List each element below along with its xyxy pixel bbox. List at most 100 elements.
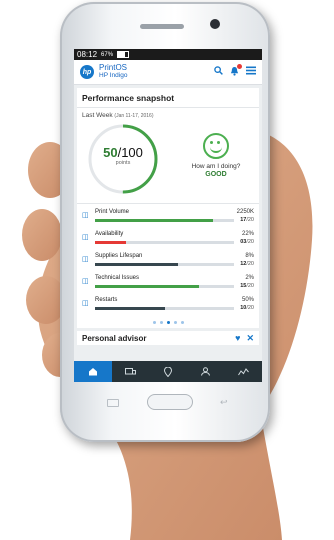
metric-row[interactable]: ◫ Restarts 50% 10/20 <box>82 294 254 316</box>
battery-icon <box>117 51 130 58</box>
hp-logo[interactable]: hp <box>80 65 94 79</box>
bottom-navigation <box>74 361 262 382</box>
restarts-icon: ◫ <box>82 300 89 307</box>
appbar-actions <box>214 63 256 79</box>
pagination-dot[interactable] <box>166 321 170 324</box>
metric-header: Print Volume 2250K <box>95 206 254 215</box>
metric-header: Supplies Lifespan 8% <box>95 250 254 259</box>
metric-score-max: /20 <box>246 283 254 289</box>
metric-name: Availability <box>95 231 124 237</box>
metric-value: 2250K <box>236 209 254 215</box>
how-am-i-doing[interactable]: How am I doing? GOOD <box>173 133 259 178</box>
metric-bar-fill <box>95 218 214 222</box>
smiley-face-icon <box>203 133 229 159</box>
metric-row[interactable]: ◫ Supplies Lifespan 8% 12/20 <box>82 250 254 272</box>
availability-icon: ◫ <box>82 234 89 241</box>
brand-product: HP Indigo <box>99 72 128 79</box>
metric-row[interactable]: ◫ Print Volume 2250K 17/20 <box>82 206 254 228</box>
heart-icon[interactable]: ♥ <box>235 333 240 344</box>
metric-score-max: /20 <box>246 239 254 245</box>
score-text: 50/100 points <box>85 145 161 166</box>
nav-user-icon[interactable] <box>187 361 225 382</box>
metric-score-max: /20 <box>246 305 254 311</box>
recent-apps-key-icon[interactable] <box>107 399 119 407</box>
metric-bar-fill <box>95 240 126 244</box>
metric-bar-track <box>95 218 234 222</box>
metric-row[interactable]: ◫ Availability 22% 03/20 <box>82 228 254 250</box>
metric-value: 50% <box>241 297 254 303</box>
metric-bar-track <box>95 306 234 310</box>
score-value: 50 <box>103 145 118 160</box>
phone-screen: 08:12 67% hp PrintOS HP Indigo Performan… <box>74 49 262 382</box>
score-max: /100 <box>117 145 143 160</box>
metric-bar-fill <box>95 262 179 266</box>
doing-answer: GOOD <box>205 171 227 178</box>
technical-icon: ◫ <box>82 278 89 285</box>
performance-snapshot-card: Performance snapshot Last Week (Jan 11-1… <box>77 88 259 328</box>
metric-name: Technical Issues <box>95 275 140 281</box>
close-icon[interactable]: ✕ <box>246 333 254 344</box>
metric-bar-row: 17/20 <box>95 217 254 223</box>
back-key-icon[interactable]: ↩ <box>220 397 228 408</box>
supplies-icon: ◫ <box>82 256 89 263</box>
score-unit: points <box>115 160 131 166</box>
metric-bar-track <box>95 240 234 244</box>
card-title: Performance snapshot <box>77 88 259 108</box>
period-label: Last Week <box>82 112 113 119</box>
app-bar: hp PrintOS HP Indigo <box>74 60 262 85</box>
front-camera <box>210 19 220 29</box>
metric-body: Print Volume 2250K 17/20 <box>95 206 254 223</box>
doing-question: How am I doing? <box>191 163 241 170</box>
metric-bar-row: 10/20 <box>95 305 254 311</box>
pagination-dot[interactable] <box>173 321 177 324</box>
metric-bar-fill <box>95 284 200 288</box>
metric-score: 15/20 <box>238 283 254 289</box>
personal-advisor-bar[interactable]: Personal advisor ♥ ✕ <box>77 331 259 345</box>
metric-bar-fill <box>95 306 165 310</box>
metric-body: Supplies Lifespan 8% 12/20 <box>95 250 254 267</box>
battery-percent: 67% <box>101 51 114 58</box>
print-icon: ◫ <box>82 212 89 219</box>
nav-trends-icon[interactable] <box>224 361 262 382</box>
notification-badge <box>237 63 242 69</box>
pagination-dot[interactable] <box>180 321 184 324</box>
advisor-actions: ♥ ✕ <box>235 333 254 344</box>
search-icon[interactable] <box>214 66 223 78</box>
status-time: 08:12 <box>77 50 98 59</box>
metric-body: Restarts 50% 10/20 <box>95 294 254 311</box>
brand: PrintOS HP Indigo <box>99 64 127 80</box>
metric-value: 8% <box>245 253 254 259</box>
metric-body: Availability 22% 03/20 <box>95 228 254 245</box>
metrics-list: ◫ Print Volume 2250K 17/20 ◫ Availability 22% 0… <box>77 203 259 316</box>
home-button[interactable] <box>147 394 193 410</box>
metric-name: Supplies Lifespan <box>95 253 143 259</box>
metric-bar-track <box>95 284 234 288</box>
pagination-dot[interactable] <box>159 321 163 324</box>
score-section: 50/100 points How am I doing? GOOD <box>77 119 259 203</box>
nav-home-icon[interactable] <box>74 361 112 382</box>
metric-bar-row: 12/20 <box>95 261 254 267</box>
status-bar: 08:12 67% <box>74 49 262 60</box>
nav-location-icon[interactable] <box>149 361 187 382</box>
advisor-title: Personal advisor <box>82 333 147 343</box>
pagination-dot[interactable] <box>152 321 156 324</box>
metric-header: Restarts 50% <box>95 294 254 303</box>
notification-bell-icon[interactable] <box>230 63 242 79</box>
metric-body: Technical Issues 2% 15/20 <box>95 272 254 289</box>
nav-truck-icon[interactable] <box>112 361 150 382</box>
metric-header: Availability 22% <box>95 228 254 237</box>
metric-score: 12/20 <box>238 261 254 267</box>
period: Last Week (Jan 11-17, 2016) <box>77 108 259 119</box>
metric-name: Restarts <box>95 297 118 303</box>
metric-score: 03/20 <box>238 239 254 245</box>
pagination-dots <box>77 316 259 328</box>
metric-score-max: /20 <box>246 261 254 267</box>
brand-name: PrintOS <box>99 63 128 72</box>
metric-name: Print Volume <box>95 209 130 215</box>
metric-score-max: /20 <box>246 217 254 223</box>
metric-row[interactable]: ◫ Technical Issues 2% 15/20 <box>82 272 254 294</box>
metric-value: 2% <box>245 275 254 281</box>
menu-icon[interactable] <box>246 66 256 78</box>
metric-bar-track <box>95 262 234 266</box>
metric-value: 22% <box>241 231 254 237</box>
